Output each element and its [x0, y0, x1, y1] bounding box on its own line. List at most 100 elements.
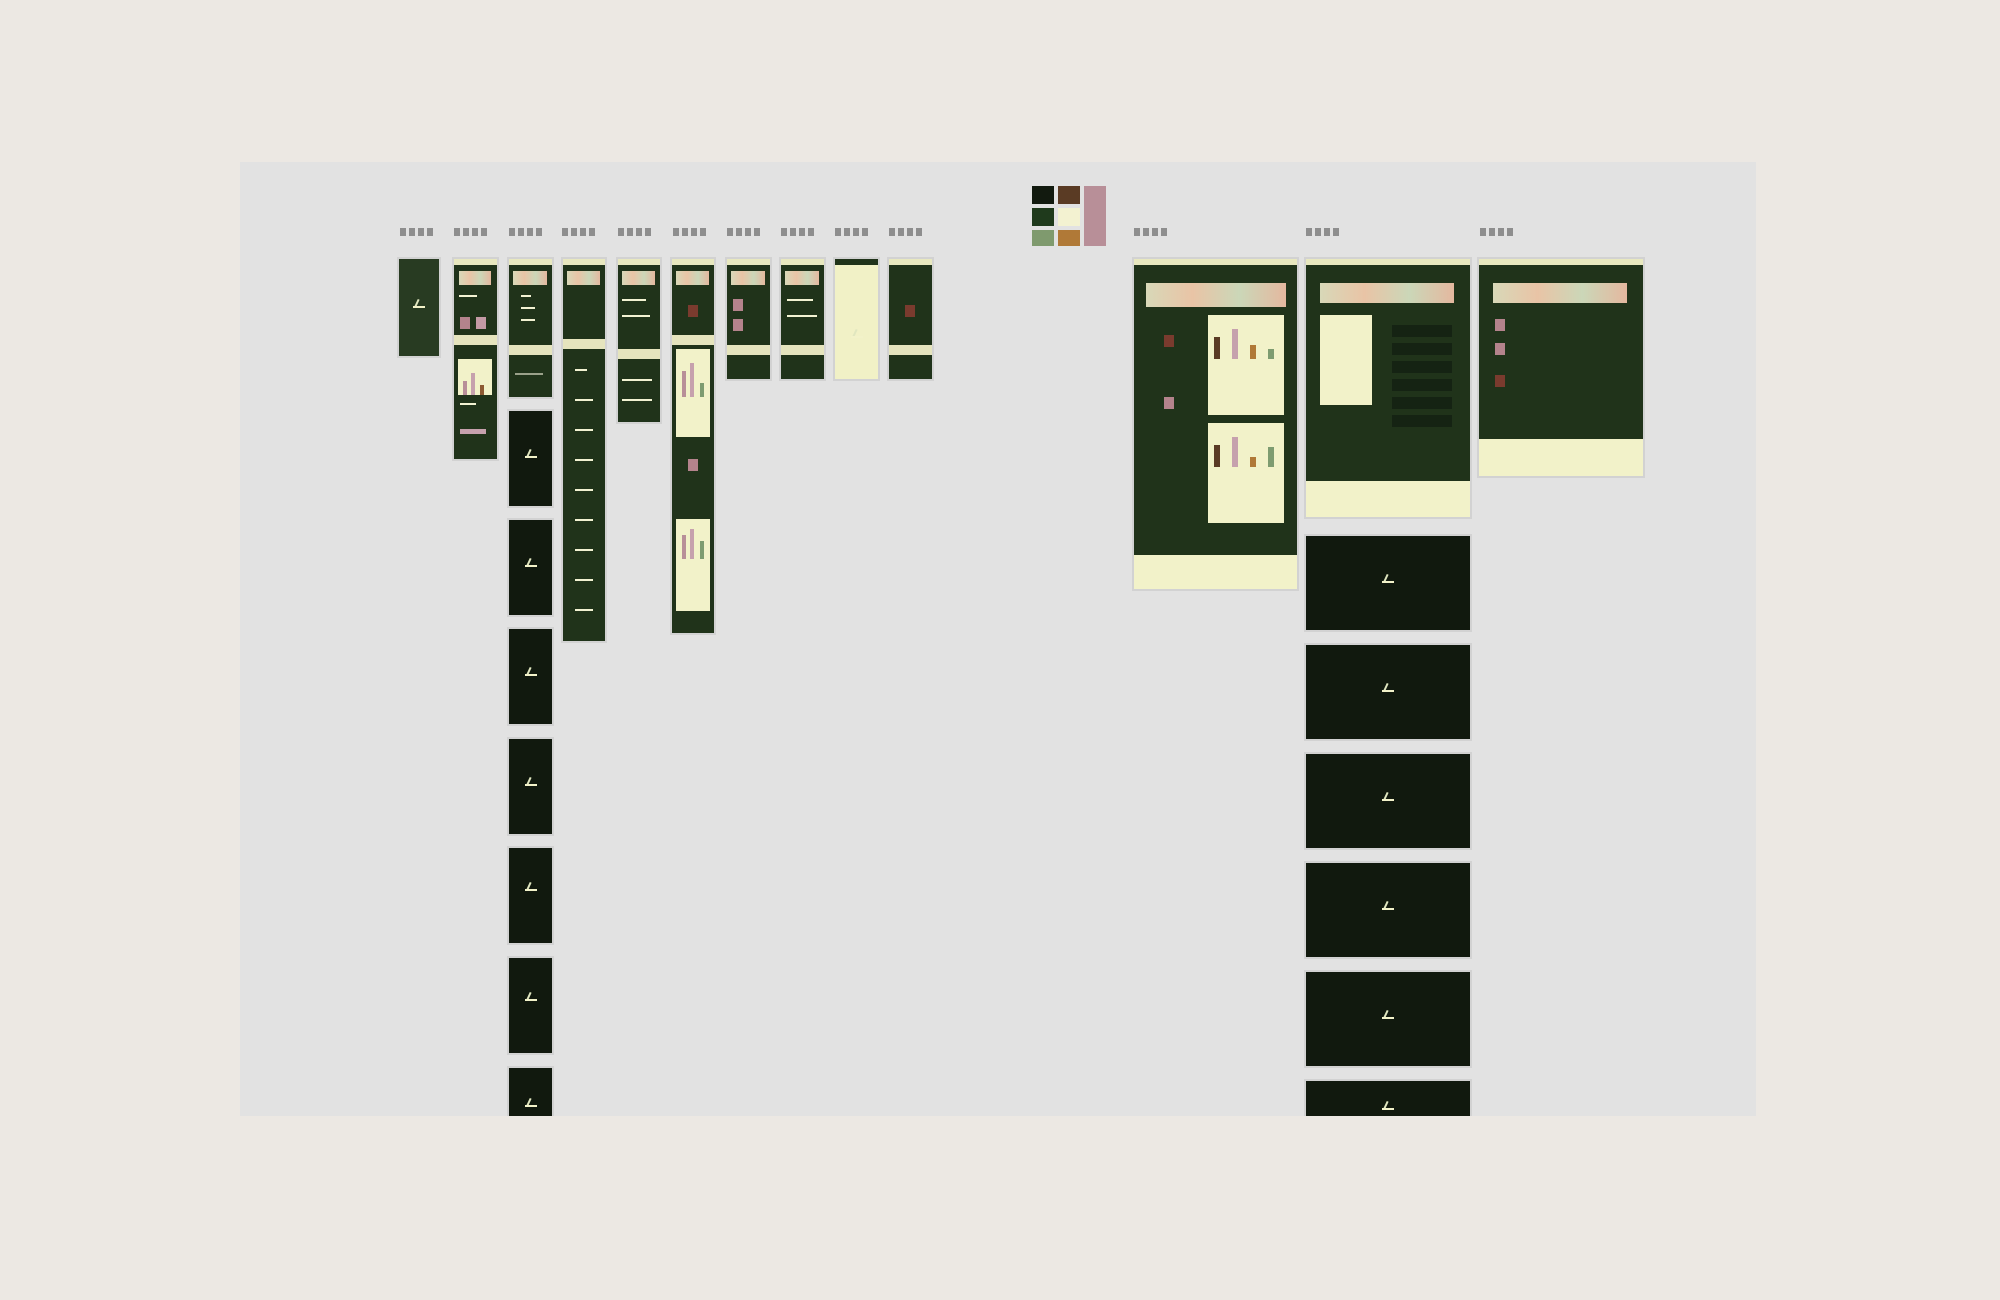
text-line — [575, 489, 593, 491]
text-line — [575, 459, 593, 461]
avatar-thumbnail-icon — [733, 319, 743, 331]
frame-label — [562, 228, 595, 236]
text-line — [1392, 325, 1452, 337]
text-line — [622, 399, 652, 401]
header-bar — [454, 259, 497, 265]
text-line — [1392, 361, 1452, 373]
frame-label — [400, 228, 433, 236]
header-bar — [781, 259, 824, 265]
swatch-5 — [1032, 230, 1054, 246]
text-line — [575, 519, 593, 521]
hero-banner — [1320, 283, 1454, 303]
desktop-frame-splash-2[interactable] — [1306, 645, 1470, 739]
cream-band — [889, 345, 932, 355]
text-line — [575, 549, 593, 551]
frame-label — [509, 228, 542, 236]
design-canvas[interactable] — [240, 162, 1756, 1116]
mobile-frame-gallery[interactable] — [727, 259, 770, 379]
leaf-sprout-icon — [525, 1098, 537, 1108]
mobile-frame-stats[interactable] — [672, 259, 714, 633]
mobile-frame-feed[interactable] — [563, 259, 605, 641]
frame-label — [835, 228, 868, 236]
hero-banner — [785, 271, 819, 285]
header-bar — [509, 259, 552, 265]
mobile-frame-plant-5[interactable] — [509, 848, 552, 943]
desktop-frame-dashboard[interactable] — [1134, 259, 1297, 589]
swatch-7 — [1084, 186, 1106, 246]
footer-panel — [1306, 481, 1470, 517]
frame-label — [1480, 228, 1513, 236]
text-line — [521, 295, 531, 297]
chart-panel — [458, 359, 492, 395]
leaf-sprout-icon — [525, 882, 537, 892]
swatch-6 — [1058, 230, 1080, 246]
hero-banner — [676, 271, 709, 285]
desktop-frame-users[interactable] — [1479, 259, 1643, 476]
cream-band — [618, 349, 660, 359]
desktop-frame-list[interactable] — [1306, 259, 1470, 517]
avatar-thumbnail-icon — [460, 317, 470, 329]
text-line — [1392, 397, 1452, 409]
text-line — [521, 307, 535, 309]
mobile-frame-plant-1[interactable] — [509, 411, 552, 506]
mobile-frame-notes[interactable] — [781, 259, 824, 379]
mobile-frame-empty[interactable] — [835, 259, 878, 379]
avatar-thumbnail-icon — [688, 305, 698, 317]
mobile-frame-profile[interactable] — [889, 259, 932, 379]
chart-bar — [463, 381, 467, 395]
avatar-thumbnail-icon — [688, 459, 698, 471]
pink-button[interactable] — [460, 429, 486, 434]
frame-label — [454, 228, 487, 236]
chart-bar — [1250, 345, 1256, 359]
text-line — [787, 315, 817, 317]
chart-bar — [682, 535, 686, 559]
mobile-frame-list[interactable] — [509, 259, 552, 397]
mobile-frame-plant-2[interactable] — [509, 520, 552, 615]
desktop-frame-splash-5[interactable] — [1306, 972, 1470, 1066]
avatar-thumbnail-icon — [476, 317, 486, 329]
footer-panel — [1479, 439, 1643, 476]
text-line — [575, 429, 593, 431]
chart-bar — [700, 383, 704, 397]
avatar-thumbnail-icon — [1495, 375, 1505, 387]
hero-banner — [622, 271, 655, 285]
mobile-frame-plant-7[interactable] — [509, 1068, 552, 1116]
text-line — [459, 295, 477, 297]
chart-bar — [480, 385, 484, 395]
hero-banner — [567, 271, 600, 285]
desktop-frame-splash-6[interactable] — [1306, 1081, 1470, 1116]
chart-bar — [471, 373, 475, 395]
chart-panel — [676, 519, 710, 611]
text-line — [460, 403, 476, 405]
side-panel — [1320, 315, 1372, 405]
leaf-sprout-icon — [525, 449, 537, 459]
leaf-sprout-icon — [851, 329, 863, 339]
frame-label — [727, 228, 760, 236]
text-line — [1392, 379, 1452, 391]
mobile-frame-plant-4[interactable] — [509, 739, 552, 834]
chart-bar — [690, 529, 694, 559]
desktop-frame-splash-1[interactable] — [1306, 536, 1470, 630]
mobile-frame-detail[interactable] — [618, 259, 660, 422]
text-line — [575, 399, 593, 401]
desktop-frame-splash-4[interactable] — [1306, 863, 1470, 957]
text-line — [622, 315, 650, 317]
header-bar — [835, 259, 878, 265]
header-bar — [1479, 259, 1643, 265]
desktop-frame-splash-3[interactable] — [1306, 754, 1470, 848]
leaf-sprout-icon — [525, 558, 537, 568]
leaf-sprout-icon — [1382, 574, 1394, 584]
mobile-frame-plant-6[interactable] — [509, 958, 552, 1053]
leaf-sprout-icon — [1382, 1010, 1394, 1020]
chart-panel — [1208, 423, 1284, 523]
mobile-frame-home[interactable] — [454, 259, 497, 459]
mobile-frame-splash[interactable] — [399, 259, 439, 356]
cream-band — [672, 335, 714, 345]
chart-bar — [1268, 447, 1274, 467]
swatch-4 — [1058, 208, 1080, 226]
header-bar — [1134, 259, 1297, 265]
chart-bar — [1232, 329, 1238, 359]
cream-band — [509, 345, 552, 355]
mobile-frame-plant-3[interactable] — [509, 629, 552, 724]
header-bar — [618, 259, 660, 265]
